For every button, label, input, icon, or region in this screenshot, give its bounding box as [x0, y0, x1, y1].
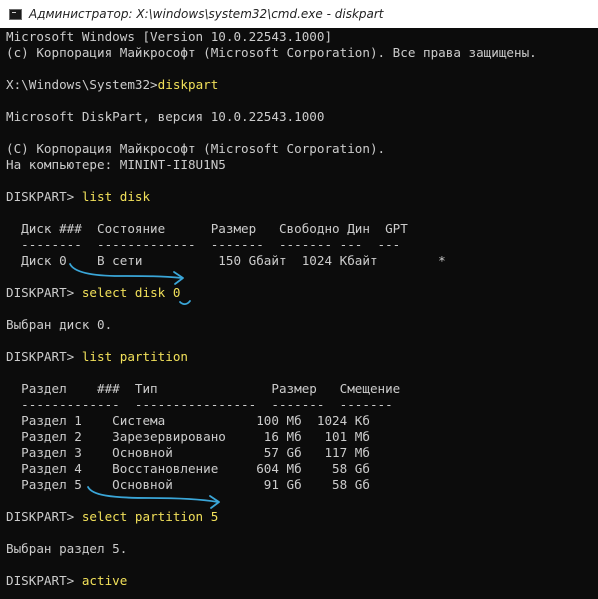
output-line: Диск ### Состояние Размер Свободно Дин G… [6, 221, 408, 236]
command-text: select disk 0 [81, 285, 181, 300]
window-title: Администратор: X:\windows\system32\cmd.e… [29, 7, 384, 21]
prompt-line: DISKPART> select partition 5 [6, 509, 596, 525]
title-bar[interactable]: Администратор: X:\windows\system32\cmd.e… [0, 0, 598, 28]
prompt-line: DISKPART> list partition [6, 349, 596, 365]
output-line: Раздел 1 Система 100 Мб 1024 Кб [6, 413, 370, 428]
prompt: X:\Windows\System32> [6, 77, 158, 92]
output-line: Раздел ### Тип Размер Смещение [6, 381, 401, 396]
prompt: DISKPART> [6, 509, 82, 524]
console-output[interactable]: Microsoft Windows [Version 10.0.22543.10… [6, 29, 596, 597]
output-line: (c) Корпорация Майкрософт (Microsoft Cor… [6, 45, 537, 60]
output-line: (C) Корпорация Майкрософт (Microsoft Cor… [6, 141, 386, 156]
prompt-line: DISKPART> select disk 0 [6, 285, 596, 301]
output-line: На компьютере: MININT-II8U1N5 [6, 157, 226, 172]
output-line: Раздел 5 Основной 91 Gб 58 Gб [6, 477, 370, 492]
output-line: Раздел 4 Восстановление 604 Мб 58 Gб [6, 461, 370, 476]
output-line: Раздел 2 Зарезервировано 16 Мб 101 Мб [6, 429, 370, 444]
prompt: DISKPART> [6, 189, 82, 204]
output-line: Диск 0 В сети 150 Gбайт 1024 Кбайт * [6, 253, 446, 268]
prompt-line: DISKPART> list disk [6, 189, 596, 205]
output-line: Выбран раздел 5. [6, 541, 128, 556]
output-line: Раздел 3 Основной 57 Gб 117 Мб [6, 445, 370, 460]
output-line: -------- ------------- ------- ------- -… [6, 237, 401, 252]
output-line: ------------- ---------------- ------- -… [6, 397, 393, 412]
output-line: Microsoft Windows [Version 10.0.22543.10… [6, 29, 333, 44]
output-line: Microsoft DiskPart, версия 10.0.22543.10… [6, 109, 325, 124]
prompt: DISKPART> [6, 349, 82, 364]
command-text: list disk [81, 189, 151, 204]
cmd-icon [9, 8, 22, 20]
prompt-line: DISKPART> active [6, 573, 596, 589]
output-line: Выбран диск 0. [6, 317, 113, 332]
prompt: DISKPART> [6, 573, 82, 588]
cmd-window: Администратор: X:\windows\system32\cmd.e… [0, 0, 598, 599]
prompt-line: X:\Windows\System32>diskpart [6, 77, 596, 93]
command-text: active [81, 573, 128, 588]
command-text: select partition 5 [81, 509, 219, 524]
prompt: DISKPART> [6, 285, 82, 300]
command-text: list partition [81, 349, 188, 364]
command-text: diskpart [157, 77, 219, 92]
